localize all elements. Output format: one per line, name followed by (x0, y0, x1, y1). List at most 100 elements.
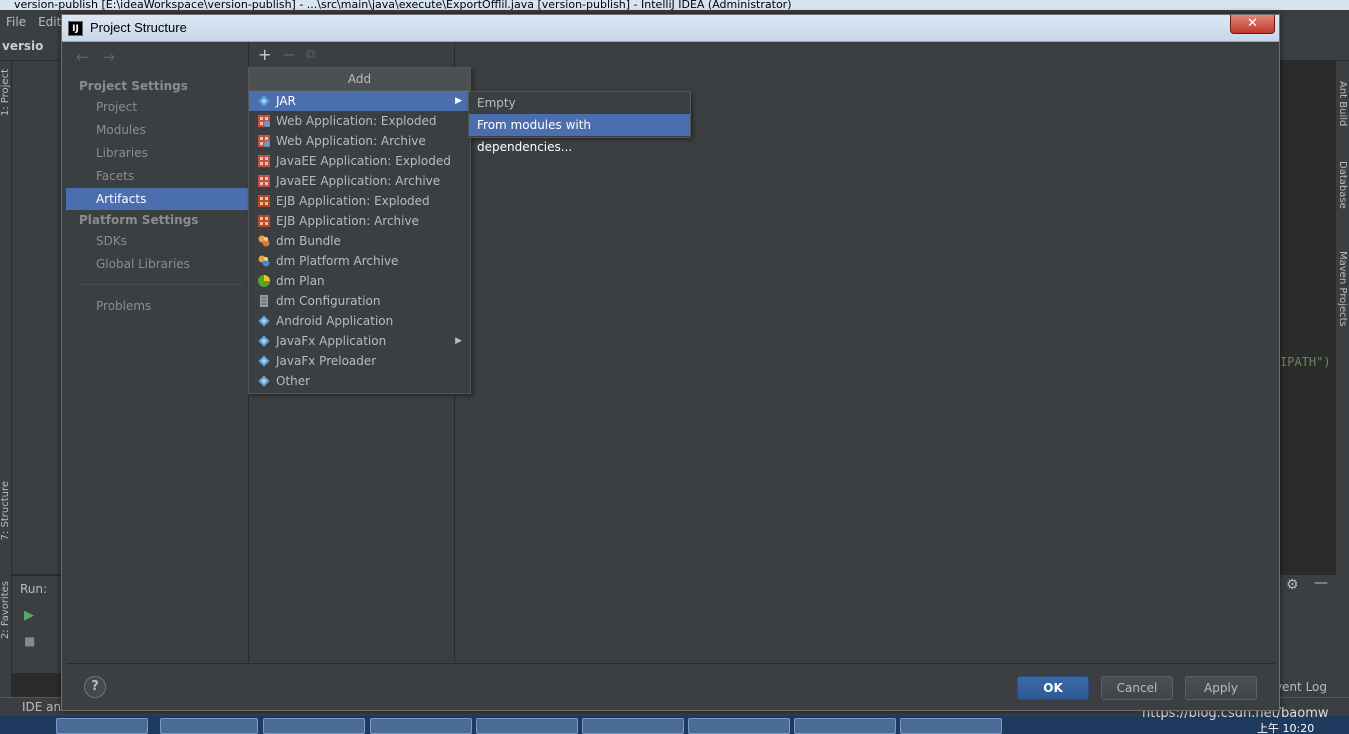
add-menu-item-android-application[interactable]: Android Application (249, 311, 470, 331)
web-app-icon (257, 114, 271, 128)
close-button[interactable]: ✕ (1230, 15, 1275, 34)
submenu-item-from-modules[interactable]: From modules with dependencies... (469, 114, 690, 154)
jar-submenu: Empty From modules with dependencies... (468, 91, 691, 154)
add-menu-item-web-application-archive[interactable]: Web Application: Archive (249, 131, 470, 151)
taskbar-item[interactable] (582, 718, 684, 734)
menu-item-label: Android Application (276, 314, 394, 328)
taskbar-item[interactable] (160, 718, 258, 734)
menu-item-label: EJB Application: Archive (276, 214, 419, 228)
run-play-icon[interactable]: ▶ (24, 608, 34, 623)
other-icon (257, 374, 271, 388)
sidebar-separator (79, 284, 244, 285)
add-menu-item-ejb-application-archive[interactable]: EJB Application: Archive (249, 211, 470, 231)
gear-icon[interactable]: ⚙ (1286, 577, 1299, 593)
run-panel-right: ⚙ — (1278, 575, 1336, 697)
menu-item-label: JavaFx Preloader (276, 354, 377, 368)
jar-icon (257, 94, 271, 108)
dialog-titlebar[interactable]: IJ Project Structure ✕ (62, 15, 1279, 42)
project-settings-header: Project Settings (79, 79, 188, 93)
dialog-title: Project Structure (90, 20, 187, 35)
add-menu-item-dm-configuration[interactable]: dm Configuration (249, 291, 470, 311)
add-menu-item-web-application-exploded[interactable]: Web Application: Exploded (249, 111, 470, 131)
back-arrow-icon[interactable]: ← (76, 48, 89, 66)
run-stop-icon[interactable]: ■ (24, 634, 35, 648)
menu-item-label: dm Configuration (276, 294, 381, 308)
taskbar-item[interactable] (56, 718, 148, 734)
taskbar-item[interactable] (794, 718, 896, 734)
menu-item-label: JavaEE Application: Exploded (276, 154, 451, 168)
taskbar-item[interactable] (900, 718, 1002, 734)
project-name[interactable]: versio (2, 39, 43, 53)
menu-item-label: dm Bundle (276, 234, 341, 248)
ejb-icon (257, 214, 271, 228)
menu-item-label: Web Application: Archive (276, 134, 426, 148)
editor-area-edge: IPATH") (1278, 61, 1336, 551)
tool-project[interactable]: 1: Project (0, 69, 11, 116)
add-icon[interactable]: + (258, 45, 271, 64)
add-menu-item-dm-platform-archive[interactable]: dm Platform Archive (249, 251, 470, 271)
add-menu-item-javaee-application-archive[interactable]: JavaEE Application: Archive (249, 171, 470, 191)
android-icon (257, 314, 271, 328)
submenu-arrow-icon: ▶ (455, 336, 462, 346)
menu-item-label: EJB Application: Exploded (276, 194, 430, 208)
status-text: IDE an (22, 700, 62, 714)
editor-snippet: IPATH") (1280, 355, 1331, 369)
taskbar-item[interactable] (476, 718, 578, 734)
taskbar-item[interactable] (688, 718, 790, 734)
javaee-icon (257, 174, 271, 188)
javaee-icon (257, 154, 271, 168)
remove-icon[interactable]: − (282, 45, 295, 64)
menu-item-label: JavaEE Application: Archive (276, 174, 441, 188)
apply-button[interactable]: Apply (1185, 676, 1257, 700)
add-menu-item-javafx-preloader[interactable]: JavaFx Preloader (249, 351, 470, 371)
sidebar-item-global-libraries[interactable]: Global Libraries (66, 253, 248, 275)
ok-button[interactable]: OK (1017, 676, 1089, 700)
taskbar-clock: 上午 10:20 (1257, 722, 1315, 734)
sidebar-item-facets[interactable]: Facets (66, 165, 248, 187)
add-menu-item-jar[interactable]: JAR ▶ (249, 91, 470, 111)
menu-item-label: JAR (276, 94, 296, 108)
javafx-icon (257, 334, 271, 348)
add-menu-item-ejb-application-exploded[interactable]: EJB Application: Exploded (249, 191, 470, 211)
cancel-button[interactable]: Cancel (1101, 676, 1173, 700)
help-button[interactable]: ? (84, 676, 106, 698)
sidebar-item-project[interactable]: Project (66, 96, 248, 118)
left-tool-strip: 1: Project 7: Structure 2: Favorites (0, 61, 12, 697)
artifacts-toolbar: + − ⧉ (250, 42, 455, 68)
add-menu-item-dm-plan[interactable]: dm Plan (249, 271, 470, 291)
sidebar-item-modules[interactable]: Modules (66, 119, 248, 141)
submenu-item-empty[interactable]: Empty (469, 92, 690, 114)
run-label: Run: (20, 582, 48, 596)
forward-arrow-icon[interactable]: → (102, 48, 115, 66)
ide-title: version-publish [E:\ideaWorkspace\versio… (14, 0, 792, 10)
menu-item-label: JavaFx Application (276, 334, 387, 348)
menu-item-label: Other (276, 374, 311, 388)
tool-database[interactable]: Database (1337, 161, 1348, 209)
copy-icon[interactable]: ⧉ (306, 47, 315, 62)
tool-maven-projects[interactable]: Maven Projects (1337, 251, 1348, 327)
submenu-arrow-icon: ▶ (455, 96, 462, 106)
project-tool-panel (12, 61, 66, 574)
javafx-icon (257, 354, 271, 368)
ejb-icon (257, 194, 271, 208)
sidebar-item-sdks[interactable]: SDKs (66, 230, 248, 252)
taskbar-item[interactable] (263, 718, 365, 734)
add-menu-item-javaee-application-exploded[interactable]: JavaEE Application: Exploded (249, 151, 470, 171)
add-menu-item-dm-bundle[interactable]: dm Bundle (249, 231, 470, 251)
intellij-logo-icon: IJ (68, 21, 83, 36)
sidebar-item-problems[interactable]: Problems (66, 295, 248, 317)
add-menu-item-other[interactable]: Other (249, 371, 470, 391)
menu-item-label: dm Plan (276, 274, 325, 288)
add-menu-item-javafx-application[interactable]: JavaFx Application ▶ (249, 331, 470, 351)
web-app-icon (257, 134, 271, 148)
sidebar-item-artifacts[interactable]: Artifacts (66, 188, 248, 210)
tool-structure[interactable]: 7: Structure (0, 481, 11, 540)
sidebar-item-libraries[interactable]: Libraries (66, 142, 248, 164)
tool-favorites[interactable]: 2: Favorites (0, 581, 11, 639)
menu-item-label: dm Platform Archive (276, 254, 399, 268)
tool-ant-build[interactable]: Ant Build (1337, 81, 1348, 126)
menu-file[interactable]: File (0, 15, 32, 29)
taskbar-item[interactable] (370, 718, 472, 734)
menu-item-label: Web Application: Exploded (276, 114, 437, 128)
minimize-icon[interactable]: — (1314, 575, 1328, 591)
